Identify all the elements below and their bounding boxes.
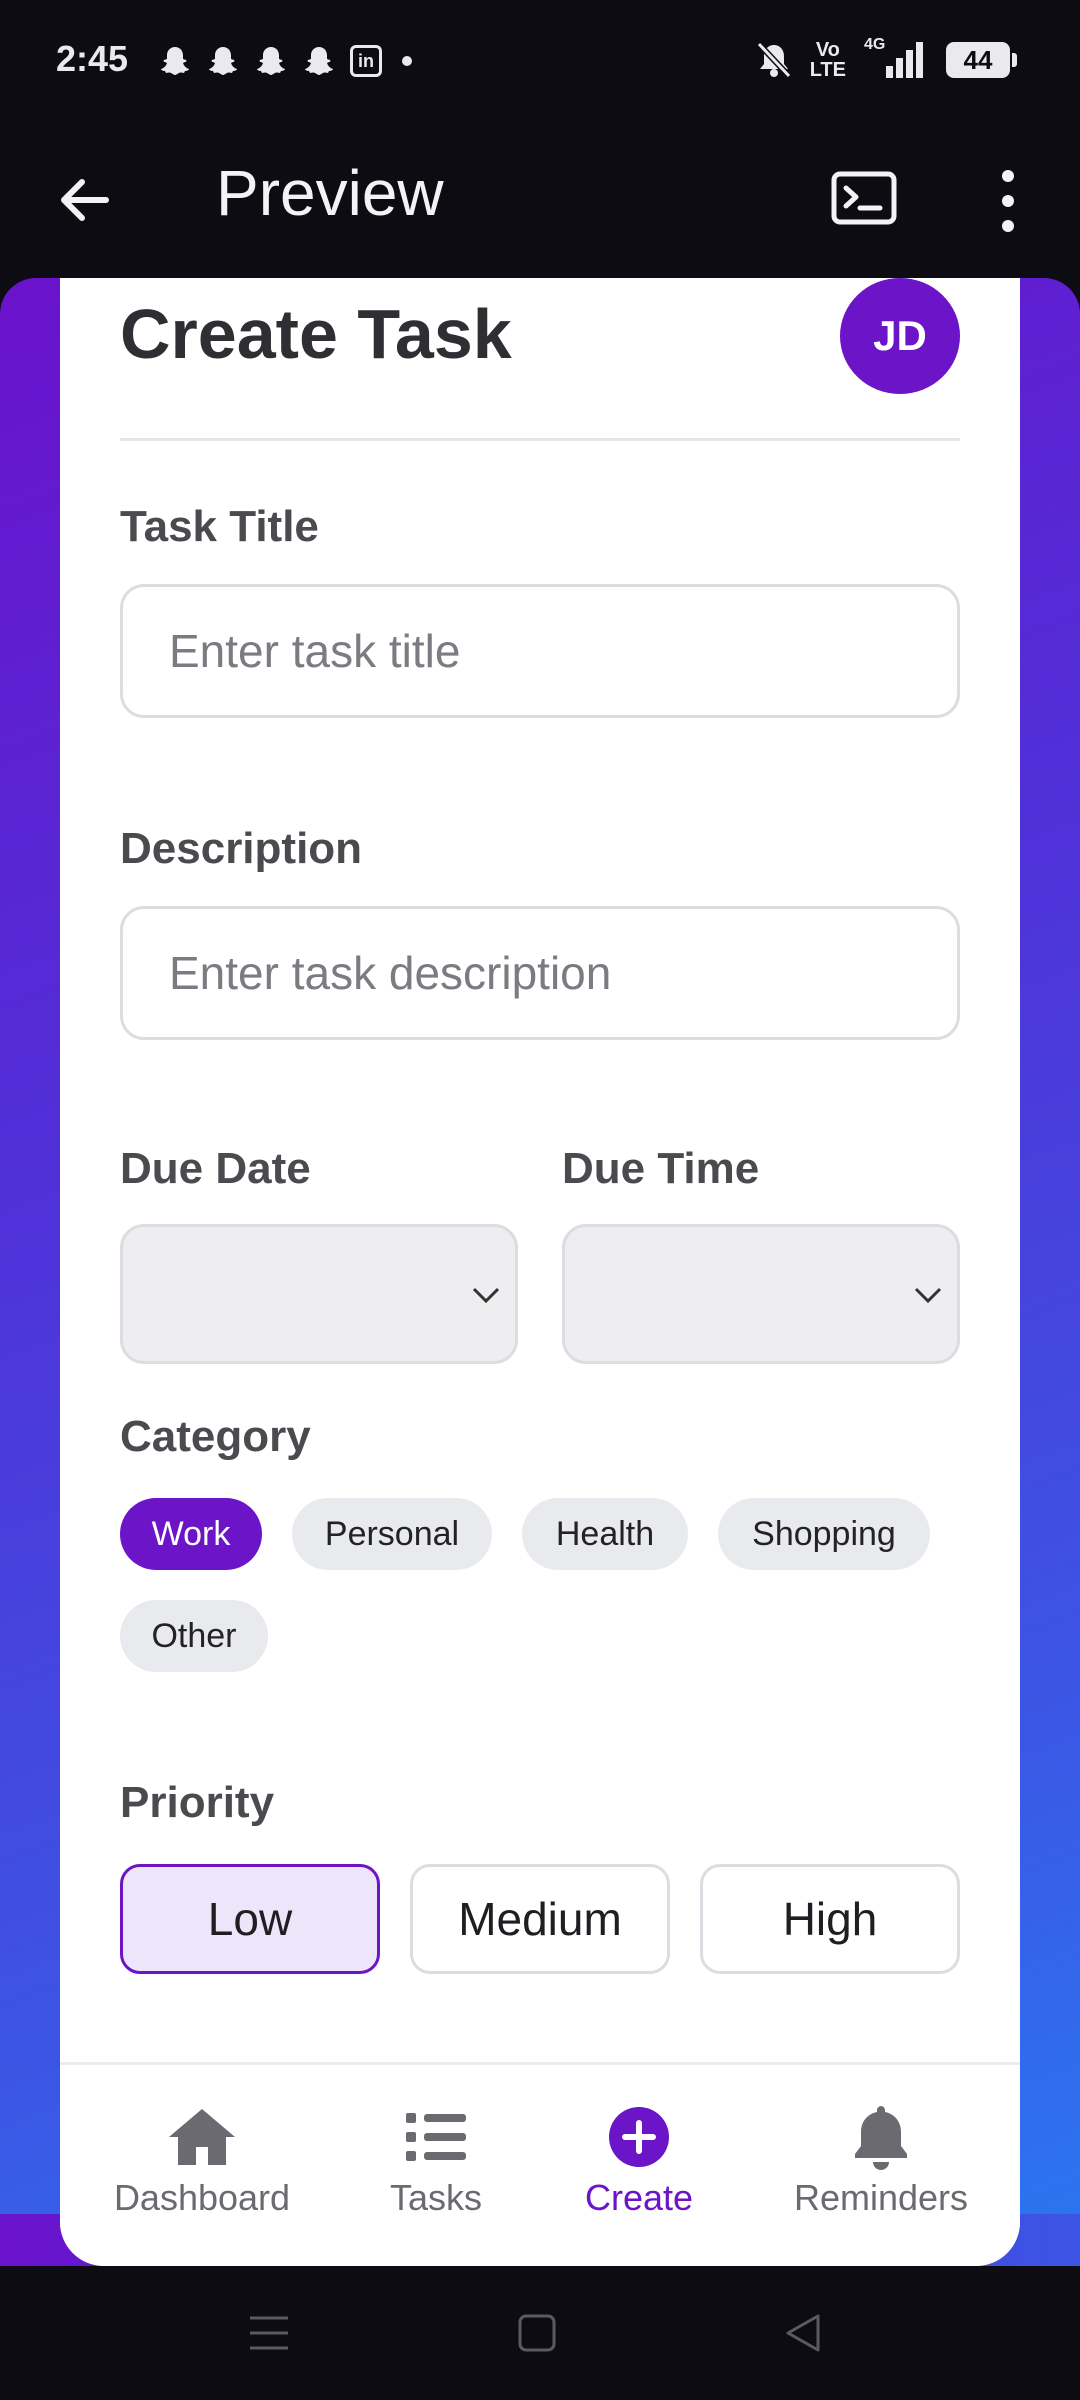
home-icon [169, 2109, 235, 2165]
home-button-icon[interactable] [512, 2310, 562, 2356]
nav-label-tasks: Tasks [389, 2177, 483, 2218]
category-chip-personal[interactable]: Personal [292, 1498, 492, 1570]
app-title: Preview [216, 157, 444, 229]
volte-indicator: Vo LTE [809, 39, 846, 81]
nav-item-tasks[interactable]: Tasks [366, 2105, 506, 2219]
description-input[interactable] [120, 906, 960, 1040]
bell-icon [855, 2106, 907, 2170]
system-nav-bar [0, 2266, 1080, 2400]
nav-label-dashboard: Dashboard [113, 2177, 291, 2218]
description-label: Description [120, 824, 363, 873]
bell-off-icon [756, 41, 791, 79]
nav-item-reminders[interactable]: Reminders [786, 2105, 976, 2219]
terminal-icon[interactable] [830, 168, 898, 228]
category-chip-health[interactable]: Health [522, 1498, 688, 1570]
chevron-down-icon [472, 1287, 500, 1304]
category-chip-shopping[interactable]: Shopping [718, 1498, 930, 1570]
status-time: 2:45 [56, 38, 129, 79]
category-label: Category [120, 1412, 311, 1461]
linkedin-icon: in [350, 45, 382, 77]
avatar[interactable]: JD [840, 278, 960, 394]
category-chip-work[interactable]: Work [120, 1498, 262, 1570]
snapchat-icon [257, 47, 285, 75]
task-title-input[interactable] [120, 584, 960, 718]
app-bar: Preview [0, 124, 1080, 278]
header-divider [120, 438, 960, 441]
more-vertical-icon[interactable] [988, 166, 1028, 236]
chevron-down-icon [914, 1287, 942, 1304]
nav-label-reminders: Reminders [793, 2177, 969, 2218]
battery-indicator: 44 [946, 42, 1017, 78]
nav-label-create: Create [584, 2177, 694, 2218]
priority-low-button[interactable]: Low [120, 1864, 380, 1974]
nav-item-create[interactable]: Create [574, 2105, 704, 2219]
create-task-card: Create Task JD Task Title Description Du… [60, 278, 1020, 2266]
snapchat-icon [209, 47, 237, 75]
status-bar: 2:45 in Vo LTE 4G 44 [0, 0, 1080, 124]
notification-icons: in [158, 44, 412, 78]
recent-apps-icon[interactable] [244, 2310, 294, 2356]
priority-label: Priority [120, 1778, 275, 1827]
category-chip-other[interactable]: Other [120, 1600, 268, 1672]
snapchat-icon [161, 47, 189, 75]
system-icons: Vo LTE 4G 44 [756, 36, 1017, 81]
preview-viewport: Create Task JD Task Title Description Du… [0, 278, 1080, 2266]
plus-circle-icon [609, 2107, 669, 2167]
bottom-nav: Dashboard Tasks Create Reminders [60, 2062, 1020, 2266]
priority-high-button[interactable]: High [700, 1864, 960, 1974]
due-date-label: Due Date [120, 1144, 311, 1193]
arrow-left-icon[interactable] [52, 168, 116, 232]
task-title-label: Task Title [120, 502, 319, 551]
more-notifications-dot [402, 56, 412, 66]
due-time-select[interactable] [562, 1224, 960, 1364]
nav-item-dashboard[interactable]: Dashboard [112, 2105, 292, 2219]
signal-icon: 4G [864, 36, 928, 80]
list-icon [406, 2113, 466, 2161]
page-title: Create Task [120, 295, 512, 373]
snapchat-icon [305, 47, 333, 75]
back-button-icon[interactable] [778, 2310, 828, 2356]
due-time-label: Due Time [562, 1144, 760, 1193]
signal-label: 4G [864, 36, 886, 53]
due-date-select[interactable] [120, 1224, 518, 1364]
priority-medium-button[interactable]: Medium [410, 1864, 670, 1974]
